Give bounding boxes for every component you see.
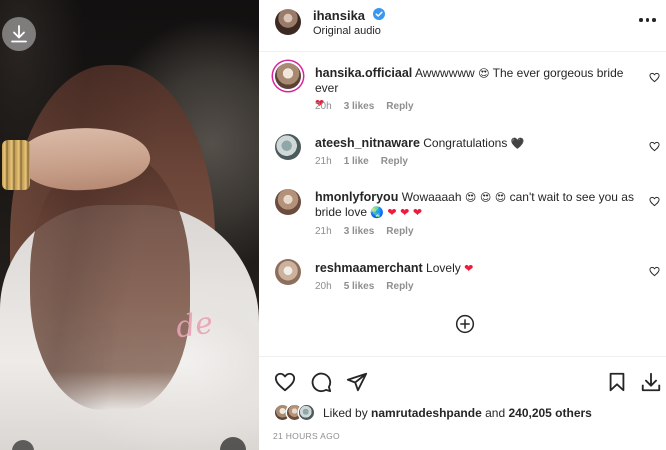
comment-heart-icon[interactable]	[649, 196, 660, 207]
comment-username[interactable]: hansika.officiaal	[315, 66, 412, 80]
heart-eyes-emoji: 😍	[478, 67, 490, 80]
red-heart-emoji: ❤	[464, 262, 474, 275]
comment-likes[interactable]: 5 likes	[344, 281, 375, 292]
likes-conj: and	[485, 406, 506, 420]
more-dot	[645, 18, 649, 22]
post-media-video[interactable]: de	[0, 0, 259, 450]
robe-embroidery: de	[173, 305, 216, 346]
bookmark-icon[interactable]	[606, 371, 628, 393]
reply-button[interactable]: Reply	[386, 226, 413, 237]
comment-avatar[interactable]	[275, 259, 301, 285]
comment-body: Congratulations	[423, 136, 508, 150]
post-timestamp[interactable]: 21 HOURS AGO	[273, 431, 340, 441]
comment-heart-icon[interactable]	[649, 266, 660, 277]
comment-text: hmonlyforyou Wowaaaah 😍 😍 😍 can't wait t…	[315, 190, 641, 220]
media-bracelet	[2, 140, 30, 190]
author-avatar[interactable]	[275, 9, 301, 35]
comment-avatar[interactable]	[275, 63, 301, 89]
comment-username[interactable]: ateesh_nitnaware	[315, 136, 420, 150]
more-dot	[652, 18, 656, 22]
comment-meta: 21h 1 like Reply	[315, 156, 408, 167]
heart-eyes-emoji: 😍 😍 😍	[464, 191, 507, 204]
author-username[interactable]: ihansika	[313, 8, 365, 23]
verified-badge-icon	[373, 8, 385, 20]
reply-button[interactable]: Reply	[386, 281, 413, 292]
heart-icon[interactable]	[274, 371, 296, 393]
comment-body: Lovely	[426, 261, 461, 275]
comment-text: reshmaamerchant Lovely ❤	[315, 261, 641, 276]
comment-avatar[interactable]	[275, 134, 301, 160]
likes-text: Liked by namrutadeshpande and 240,205 ot…	[323, 406, 592, 420]
comment-heart-icon[interactable]	[649, 72, 660, 83]
globe-emoji: 🌏	[370, 206, 385, 219]
comment-time: 21h	[315, 226, 332, 237]
paper-plane-icon[interactable]	[346, 371, 368, 393]
comment-likes[interactable]: 3 likes	[344, 226, 375, 237]
comment-username[interactable]: hmonlyforyou	[315, 190, 398, 204]
comment-text: ateesh_nitnaware Congratulations 🖤	[315, 136, 641, 151]
likes-prefix: Liked by	[323, 406, 368, 420]
comment-meta: 20h 5 likes Reply	[315, 281, 414, 292]
download-icon[interactable]	[640, 371, 662, 393]
post-header: ihansika Original audio	[259, 0, 666, 52]
comment-avatar[interactable]	[275, 189, 301, 215]
likes-summary: Liked by namrutadeshpande and 240,205 ot…	[273, 404, 653, 422]
comment-icon[interactable]	[310, 371, 332, 393]
reply-button[interactable]: Reply	[386, 101, 413, 112]
reply-button[interactable]: Reply	[381, 156, 408, 167]
media-hair-lower	[30, 150, 190, 410]
post-action-bar	[259, 356, 666, 404]
comment-time: 21h	[315, 156, 332, 167]
comment-body: Wowaaaah	[401, 190, 462, 204]
comment-meta: 21h 3 likes Reply	[315, 226, 414, 237]
more-options-icon	[639, 18, 643, 22]
comment-meta: 20h 3 likes Reply	[315, 101, 414, 112]
comment-likes[interactable]: 3 likes	[344, 101, 375, 112]
audio-label[interactable]: Original audio	[313, 25, 381, 37]
post-details-panel: ihansika Original audio hansika.officiaa…	[259, 0, 666, 450]
comment-body: Awwwwww	[414, 66, 475, 80]
comment-time: 20h	[315, 101, 332, 112]
download-icon	[11, 25, 27, 43]
comment-username[interactable]: reshmaamerchant	[315, 261, 423, 275]
red-hearts-emoji: ❤ ❤ ❤	[387, 206, 423, 219]
comment-time: 20h	[315, 281, 332, 292]
comment-heart-icon[interactable]	[649, 141, 660, 152]
black-heart-emoji: 🖤	[510, 137, 525, 150]
plus-circle-icon[interactable]	[455, 314, 475, 334]
media-download-button[interactable]	[2, 17, 36, 51]
more-options-button[interactable]	[639, 16, 657, 24]
likes-count[interactable]: 240,205 others	[508, 406, 591, 420]
comment-likes[interactable]: 1 like	[344, 156, 369, 167]
liked-by-user[interactable]: namrutadeshpande	[371, 406, 482, 420]
liker-avatar[interactable]	[299, 405, 314, 420]
